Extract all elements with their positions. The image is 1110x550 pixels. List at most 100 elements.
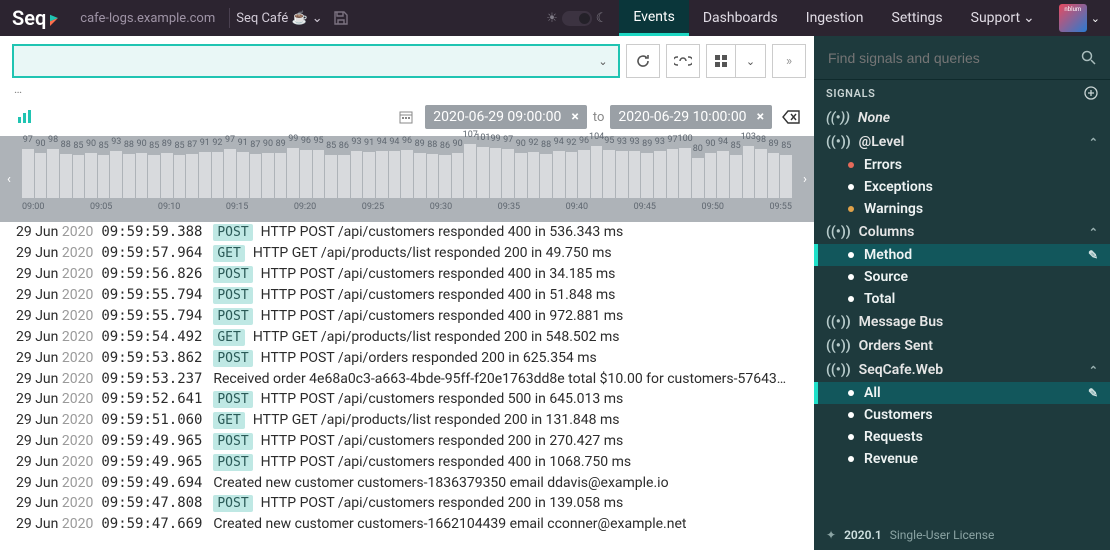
histogram-bar[interactable]: 87 [186, 154, 198, 198]
histogram-bar[interactable]: 98 [47, 149, 59, 198]
pencil-icon[interactable]: ✎ [1088, 248, 1098, 262]
histogram-bar[interactable]: 96 [300, 150, 312, 198]
signal-orders-sent[interactable]: ((•)) Orders Sent [814, 334, 1110, 358]
histogram-bar[interactable]: 85 [325, 155, 337, 198]
signal-seqcafe-customers[interactable]: Customers [814, 404, 1110, 426]
tab-settings[interactable]: Settings [878, 0, 957, 36]
histogram-bar[interactable]: 93 [110, 151, 122, 198]
histogram-bar[interactable]: 85 [174, 155, 186, 198]
histogram-bar[interactable]: 93 [654, 151, 666, 198]
histogram-bar[interactable]: 97 [22, 149, 34, 198]
signal-level-errors[interactable]: Errors [814, 154, 1110, 176]
histogram-bar[interactable]: 91 [237, 152, 249, 198]
histogram-bar[interactable]: 89 [768, 153, 780, 198]
event-row[interactable]: 29 Jun 202009:59:49.965POSTHTTP POST /ap… [0, 452, 814, 473]
histogram-bar[interactable]: 88 [427, 154, 439, 198]
signal-none[interactable]: ((•)) None [814, 106, 1110, 130]
signal-seqcafe-requests[interactable]: Requests [814, 426, 1110, 448]
chevron-down-icon[interactable]: ⌄ [1091, 12, 1100, 25]
clear-from-icon[interactable]: × [571, 109, 578, 125]
histogram-bar[interactable]: 91 [199, 152, 211, 198]
histogram-bar[interactable]: 95 [313, 150, 325, 198]
more-button[interactable]: » [772, 44, 806, 78]
histogram-bar[interactable]: 95 [603, 150, 615, 198]
histogram-bar[interactable]: 88 [60, 154, 72, 198]
histogram-bar[interactable]: 94 [553, 151, 565, 198]
histogram-bar[interactable]: 89 [275, 153, 287, 198]
histogram-bar[interactable]: 80 [692, 158, 704, 198]
histogram-bar[interactable]: 90 [85, 153, 97, 198]
tab-dashboards[interactable]: Dashboards [689, 0, 792, 36]
histogram-bar[interactable]: 90 [136, 153, 148, 198]
histogram-bar[interactable]: 90 [515, 153, 527, 198]
histogram-bar[interactable]: 85 [98, 155, 110, 198]
event-row[interactable]: 29 Jun 202009:59:55.794POSTHTTP POST /ap… [0, 285, 814, 306]
calendar-button[interactable] [393, 104, 419, 130]
signal-columns-method[interactable]: Method✎ [814, 244, 1110, 266]
histogram-bar[interactable]: 85 [730, 155, 742, 198]
chart-button[interactable] [12, 104, 38, 130]
grid-view-button[interactable] [706, 44, 736, 78]
event-row[interactable]: 29 Jun 202009:59:49.694Created new custo… [0, 473, 814, 493]
event-row[interactable]: 29 Jun 202009:59:53.862POSTHTTP POST /ap… [0, 348, 814, 369]
histogram-bar[interactable]: 92 [566, 152, 578, 198]
histogram-bar[interactable]: 85 [780, 155, 792, 198]
event-row[interactable]: 29 Jun 202009:59:52.641POSTHTTP POST /ap… [0, 389, 814, 410]
event-row[interactable]: 29 Jun 202009:59:47.669Created new custo… [0, 514, 814, 534]
histogram-next[interactable]: › [796, 136, 814, 222]
save-icon[interactable] [333, 10, 349, 26]
clear-to-icon[interactable]: × [757, 109, 764, 125]
histogram-prev[interactable]: ‹ [0, 136, 18, 222]
histogram-bar[interactable]: 97 [502, 149, 514, 198]
tab-support[interactable]: Support ⌄ [957, 0, 1049, 36]
histogram-bar[interactable]: 100 [679, 148, 691, 198]
histogram-bar[interactable]: 101 [477, 147, 489, 198]
event-row[interactable]: 29 Jun 202009:59:53.237Received order 4e… [0, 369, 814, 389]
histogram-bar[interactable]: 93 [616, 151, 628, 198]
event-row[interactable]: 29 Jun 202009:59:51.060GETHTTP GET /api/… [0, 410, 814, 431]
histogram-bar[interactable]: 104 [591, 146, 603, 198]
histogram-bar[interactable]: 96 [401, 150, 413, 198]
histogram-bar[interactable]: 90 [262, 153, 274, 198]
histogram-bar[interactable]: 98 [755, 149, 767, 198]
signal-seqcafe-revenue[interactable]: Revenue [814, 448, 1110, 470]
signal-seqcafe-web[interactable]: ((•)) SeqCafe.Web ⌃ [814, 358, 1110, 382]
histogram-bar[interactable]: 89 [414, 153, 426, 198]
tab-events[interactable]: Events [619, 0, 688, 36]
histogram-bar[interactable]: 91 [363, 152, 375, 198]
time-to-chip[interactable]: 2020-06-29 10:00:00 × [610, 105, 772, 129]
event-row[interactable]: 29 Jun 202009:59:57.964GETHTTP GET /api/… [0, 243, 814, 264]
event-row[interactable]: 29 Jun 202009:59:47.808POSTHTTP POST /ap… [0, 493, 814, 514]
signal-columns[interactable]: ((•)) Columns ⌃ [814, 220, 1110, 244]
event-row[interactable]: 29 Jun 202009:59:59.388POSTHTTP POST /ap… [0, 222, 814, 243]
histogram-bar[interactable]: 94 [389, 151, 401, 198]
histogram-bar[interactable]: 94 [717, 151, 729, 198]
signal-columns-total[interactable]: Total [814, 288, 1110, 310]
histogram-bar[interactable]: 85 [73, 155, 85, 198]
event-row[interactable]: 29 Jun 202009:59:56.826POSTHTTP POST /ap… [0, 264, 814, 285]
event-row[interactable]: 29 Jun 202009:59:49.965POSTHTTP POST /ap… [0, 431, 814, 452]
erase-range-button[interactable] [778, 104, 804, 130]
query-dropdown-icon[interactable]: ⌄ [594, 55, 612, 68]
histogram-bar[interactable]: 87 [250, 154, 262, 198]
add-signal-button[interactable] [1084, 86, 1098, 100]
sidebar-search-input[interactable] [828, 50, 1081, 66]
histogram-bar[interactable]: 107 [464, 144, 476, 198]
histogram-bar[interactable]: 103 [743, 146, 755, 198]
histogram-bar[interactable]: 92 [528, 152, 540, 198]
histogram-bar[interactable]: 93 [629, 151, 641, 198]
histogram-bar[interactable]: 86 [338, 155, 350, 198]
event-row[interactable]: 29 Jun 202009:59:54.492GETHTTP GET /api/… [0, 327, 814, 348]
pencil-icon[interactable]: ✎ [1088, 386, 1098, 400]
histogram-bar[interactable]: 96 [578, 150, 590, 198]
histogram-bar[interactable]: 97 [667, 149, 679, 198]
link-button[interactable] [666, 44, 700, 78]
signal-seqcafe-all[interactable]: All✎ [814, 382, 1110, 404]
tab-ingestion[interactable]: Ingestion [792, 0, 878, 36]
search-icon[interactable] [1081, 50, 1096, 65]
histogram-body[interactable]: 9790988885908593889085898587919297918790… [18, 136, 796, 222]
event-row[interactable]: 29 Jun 202009:59:55.794POSTHTTP POST /ap… [0, 306, 814, 327]
histogram-bar[interactable]: 88 [540, 154, 552, 198]
signal-level-exceptions[interactable]: Exceptions [814, 176, 1110, 198]
histogram-bar[interactable]: 94 [376, 151, 388, 198]
